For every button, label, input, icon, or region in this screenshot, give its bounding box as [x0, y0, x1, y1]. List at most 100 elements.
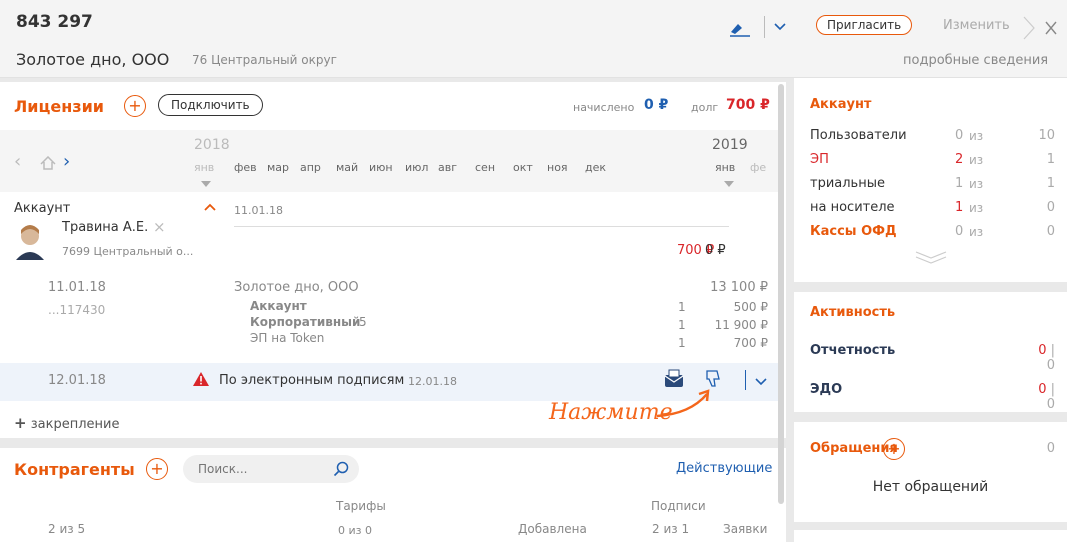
chevron-down-icon[interactable]: [754, 377, 768, 386]
add-contractor-button[interactable]: +: [146, 458, 168, 480]
account-row-used: 2: [955, 152, 964, 167]
warning-date: 12.01.18: [48, 373, 106, 388]
search-input[interactable]: [198, 458, 328, 480]
details-link[interactable]: подробные сведения: [903, 53, 1048, 68]
timeline-next-icon[interactable]: ›: [63, 151, 70, 172]
collapse-icon[interactable]: [204, 203, 216, 211]
expand-icon[interactable]: [914, 250, 948, 264]
order-total: 13 100 ₽: [710, 280, 768, 295]
account-row-used: 1: [955, 200, 964, 215]
timeline-month[interactable]: май: [336, 161, 358, 174]
timeline-prev-icon[interactable]: ‹: [14, 151, 21, 172]
edo-value-2: 0: [1046, 397, 1055, 412]
mail-icon[interactable]: [663, 369, 685, 389]
column-signatures: Подписи: [651, 499, 706, 513]
order-item-price: 11 900 ₽: [714, 318, 768, 332]
requests-count: 0: [1046, 441, 1055, 456]
account-row-used: 1: [955, 176, 964, 191]
add-request-button[interactable]: +: [883, 438, 905, 460]
warning-text: По электронным подписям: [219, 373, 405, 388]
attach-label: закрепление: [30, 417, 120, 432]
account-row-total: 10: [1038, 128, 1055, 143]
divider: [794, 522, 1067, 530]
account-row-total: 0: [1046, 200, 1055, 215]
warning-text-date: 12.01.18: [408, 375, 457, 388]
activity-title: Активность: [810, 305, 896, 320]
contractors-added: Добавлена: [518, 522, 587, 536]
timeline-marker: [201, 181, 211, 187]
order-item-qty: 1: [678, 336, 686, 350]
timeline-month[interactable]: окт: [513, 161, 533, 174]
account-panel-title: Аккаунт: [810, 97, 872, 112]
contractors-title: Контрагенты: [14, 460, 135, 479]
column-tariffs: Тарифы: [336, 499, 386, 513]
account-row-of: из: [969, 201, 984, 215]
timeline-month[interactable]: авг: [438, 161, 457, 174]
add-license-button[interactable]: +: [124, 95, 146, 117]
row-divider: [745, 370, 746, 390]
connect-button[interactable]: Подключить: [158, 94, 263, 116]
signature-icon[interactable]: [728, 18, 754, 38]
timeline-month[interactable]: апр: [300, 161, 321, 174]
user-name[interactable]: Травина А.Е.: [62, 220, 148, 235]
edit-button[interactable]: Изменить: [943, 18, 1010, 33]
close-icon[interactable]: [1022, 15, 1062, 41]
avatar: [16, 225, 44, 260]
contractors-signatures: 2 из 1: [652, 522, 690, 536]
timeline-month[interactable]: фе: [750, 161, 766, 174]
licenses-title: Лицензии: [14, 97, 104, 116]
account-row-total: 1: [1046, 152, 1055, 167]
timeline-month[interactable]: мар: [267, 161, 289, 174]
account-row-of: из: [969, 177, 984, 191]
remove-user-icon[interactable]: ×: [153, 218, 166, 236]
scrollbar[interactable]: [778, 84, 784, 504]
timeline-month[interactable]: июн: [369, 161, 393, 174]
order-item-name: Корпоративный: [250, 315, 361, 329]
divider: [0, 438, 786, 448]
invite-button[interactable]: Пригласить: [816, 15, 913, 35]
home-icon[interactable]: [40, 156, 56, 170]
add-attachment-button[interactable]: + закрепление: [14, 414, 119, 432]
order-company: Золотое дно, ООО: [234, 280, 359, 295]
timeline-year-end: 2019: [712, 137, 748, 153]
debt-label: долг: [691, 101, 719, 114]
account-row-of: из: [969, 153, 984, 167]
order-number[interactable]: ...117430: [48, 303, 105, 317]
timeline-marker: [724, 181, 734, 187]
timeline-month[interactable]: янв: [194, 161, 214, 174]
timeline-month[interactable]: ноя: [547, 161, 568, 174]
search-icon[interactable]: [333, 461, 349, 477]
timeline-month[interactable]: янв: [715, 161, 735, 174]
order-item-extra: 5: [359, 315, 367, 329]
order-item-price: 700 ₽: [733, 336, 768, 350]
edo-link[interactable]: ЭДО: [810, 382, 842, 397]
timeline-month[interactable]: дек: [585, 161, 606, 174]
account-row-label: на носителе: [810, 200, 895, 215]
account-row-total: 1: [1046, 176, 1055, 191]
order-item-qty: 1: [678, 300, 686, 314]
active-filter-link[interactable]: Действующие: [676, 461, 772, 476]
edo-counts: 0 | 0: [1038, 382, 1055, 412]
divider: [0, 78, 790, 82]
divider: [794, 282, 1067, 292]
order-item-price: 500 ₽: [733, 300, 768, 314]
reporting-link[interactable]: Отчетность: [810, 343, 895, 358]
thumbs-down-icon[interactable]: [704, 368, 724, 390]
debt-value: 700 ₽: [726, 97, 770, 113]
contractors-tariffs: 0 из 0: [338, 524, 372, 537]
timeline-month[interactable]: сен: [475, 161, 495, 174]
header-divider: [764, 16, 765, 38]
account-row-label[interactable]: Кассы ОФД: [810, 224, 897, 239]
account-row-of: из: [969, 225, 984, 239]
divider: [794, 412, 1067, 422]
account-row-label[interactable]: ЭП: [810, 152, 829, 167]
chevron-down-icon[interactable]: [773, 22, 787, 32]
column-divider: [786, 78, 794, 542]
order-item-name: ЭП на Token: [250, 331, 325, 345]
company-region: 76 Центральный округ: [192, 53, 337, 67]
timeline-month[interactable]: июл: [405, 161, 428, 174]
company-name: Золотое дно, ООО: [16, 50, 170, 69]
annotation-arrow-icon: [656, 389, 710, 418]
timeline-month[interactable]: фев: [234, 161, 257, 174]
order-date: 11.01.18: [48, 280, 106, 295]
